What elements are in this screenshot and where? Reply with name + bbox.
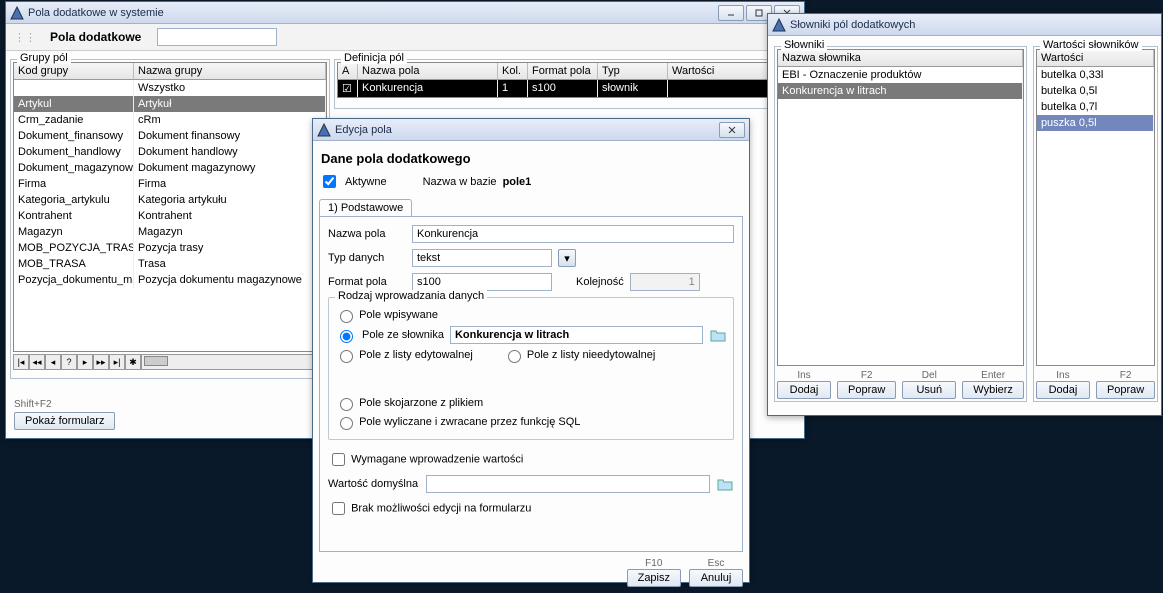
table-row[interactable]: Dokument_finansowyDokument finansowy (14, 128, 326, 144)
window-title: Słowniki pól dodatkowych (790, 19, 1157, 31)
def-row[interactable]: ☑ Konkurencja 1 s100 słownik (338, 80, 796, 97)
lbl-name: Nazwa pola (328, 228, 406, 240)
folder-icon[interactable] (716, 476, 734, 492)
grid-navigator[interactable]: |◂◂◂◂?▸▸▸▸|✱ (13, 354, 327, 370)
dict-legend: Słowniki (781, 39, 827, 51)
lbl-format: Format pola (328, 276, 406, 288)
radio-file[interactable] (340, 398, 353, 411)
add-button[interactable]: Dodaj (777, 381, 831, 399)
app-icon (772, 18, 786, 32)
radio-list-noedit[interactable] (508, 350, 521, 363)
table-row[interactable]: Pozycja_dokumentu_maPozycja dokumentu ma… (14, 272, 326, 288)
radio-list-edit[interactable] (340, 350, 353, 363)
table-row[interactable]: FirmaFirma (14, 176, 326, 192)
close-button[interactable] (719, 122, 745, 138)
table-row[interactable]: Dokument_handlowyDokument handlowy (14, 144, 326, 160)
dialog-header: Dane pola dodatkowego (321, 151, 743, 166)
tab-basic[interactable]: 1) Podstawowe (319, 199, 412, 216)
groups-legend: Grupy pól (17, 52, 71, 64)
field-name-input[interactable] (412, 225, 734, 243)
app-icon (317, 123, 331, 137)
radio-typed[interactable] (340, 310, 353, 323)
values-grid[interactable]: Wartości butelka 0,33lbutelka 0,5lbutelk… (1036, 49, 1155, 366)
lbl-type: Typ danych (328, 252, 406, 264)
def-legend: Definicja pól (341, 52, 407, 64)
lbl-order: Kolejność (576, 276, 624, 288)
select-button[interactable]: Wybierz (962, 381, 1024, 399)
noedit-checkbox[interactable] (332, 502, 345, 515)
radio-dictionary[interactable] (340, 330, 353, 343)
titlebar[interactable]: Edycja pola (313, 119, 749, 141)
edit-button[interactable]: Popraw (1096, 381, 1155, 399)
window-title: Pola dodatkowe w systemie (28, 7, 718, 19)
required-checkbox[interactable] (332, 453, 345, 466)
section-label: Pola dodatkowe (42, 28, 149, 46)
window-edit-field: Edycja pola Dane pola dodatkowego Aktywn… (312, 118, 750, 583)
table-row[interactable]: Wszystko (14, 80, 326, 96)
def-grid[interactable]: A Nazwa pola Kol. Format pola Typ Wartoś… (337, 62, 797, 98)
table-row[interactable]: Dokument_magazynowyDokument magazynowy (14, 160, 326, 176)
table-row[interactable]: MagazynMagazyn (14, 224, 326, 240)
list-item[interactable]: butelka 0,5l (1037, 83, 1154, 99)
groups-grid[interactable]: Kod grupy Nazwa grupy WszystkoArtykulArt… (13, 62, 327, 352)
default-value-input[interactable] (426, 475, 710, 493)
table-row[interactable]: KontrahentKontrahent (14, 208, 326, 224)
name-db-value: pole1 (503, 176, 532, 188)
col-nazwa[interactable]: Nazwa grupy (134, 63, 326, 80)
list-item[interactable]: butelka 0,33l (1037, 67, 1154, 83)
table-row[interactable]: Crm_zadaniecRm (14, 112, 326, 128)
col-kod[interactable]: Kod grupy (14, 63, 134, 80)
order-input (630, 273, 700, 291)
list-item[interactable]: Konkurencja w litrach (778, 83, 1023, 99)
app-icon (10, 6, 24, 20)
lbl-default: Wartość domyślna (328, 478, 420, 490)
active-checkbox[interactable] (323, 175, 336, 188)
table-row[interactable]: ArtykulArtykuł (14, 96, 326, 112)
folder-icon[interactable] (709, 327, 727, 343)
window-dictionaries: Słowniki pól dodatkowych Słowniki Nazwa … (767, 13, 1162, 416)
save-button[interactable]: Zapisz (627, 569, 681, 587)
edit-button[interactable]: Popraw (837, 381, 896, 399)
window-title: Edycja pola (335, 124, 719, 136)
minimize-button[interactable] (718, 5, 744, 21)
active-label: Aktywne (345, 176, 387, 188)
format-input[interactable] (412, 273, 552, 291)
list-item[interactable]: puszka 0,5l (1037, 115, 1154, 131)
list-item[interactable]: EBI - Oznaczenie produktów (778, 67, 1023, 83)
titlebar[interactable]: Słowniki pól dodatkowych (768, 14, 1161, 36)
delete-button[interactable]: Usuń (902, 381, 956, 399)
values-legend: Wartości słowników (1040, 39, 1142, 51)
dict-grid[interactable]: Nazwa słownika EBI - Oznaczenie produktó… (777, 49, 1024, 366)
dropdown-icon[interactable]: ▾ (558, 249, 576, 267)
titlebar[interactable]: Pola dodatkowe w systemie (6, 2, 804, 24)
filter-input[interactable] (157, 28, 277, 46)
cancel-button[interactable]: Anuluj (689, 569, 743, 587)
table-row[interactable]: MOB_POZYCJA_TRASYPozycja trasy (14, 240, 326, 256)
add-button[interactable]: Dodaj (1036, 381, 1090, 399)
show-form-button[interactable]: Pokaż formularz (14, 412, 115, 430)
radio-sql[interactable] (340, 417, 353, 430)
list-item[interactable]: butelka 0,7l (1037, 99, 1154, 115)
type-select[interactable] (412, 249, 552, 267)
rgroup-legend: Rodzaj wprowadzania danych (335, 290, 487, 302)
dictionary-value[interactable] (450, 326, 703, 344)
table-row[interactable]: Kategoria_artykuluKategoria artykułu (14, 192, 326, 208)
table-row[interactable]: MOB_TRASATrasa (14, 256, 326, 272)
name-db-label: Nazwa w bazie (423, 176, 497, 188)
hint-shiftf2: Shift+F2 (14, 399, 115, 410)
